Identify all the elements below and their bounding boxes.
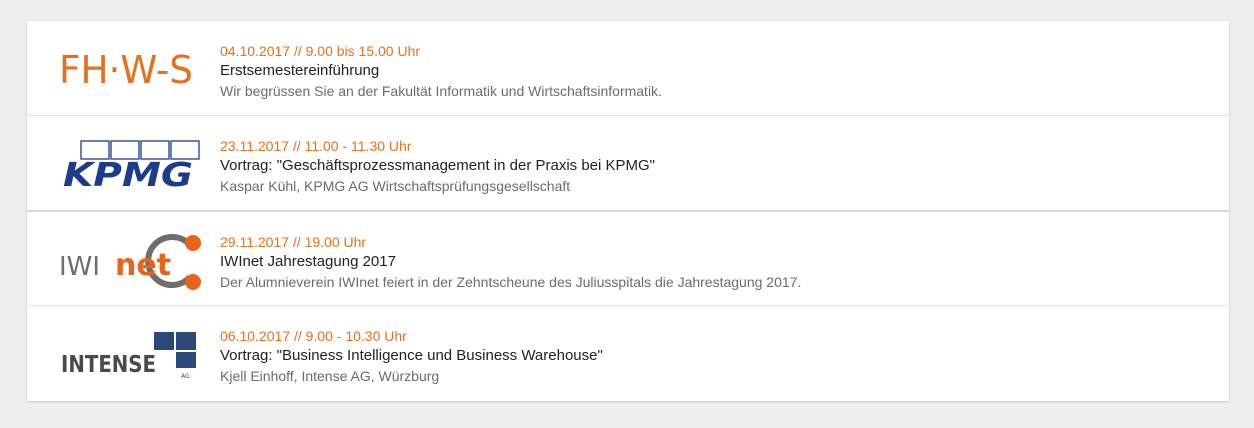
intense-logo-suffix: AG [181,373,190,380]
event-title[interactable]: Erstsemestereinführung [220,61,662,81]
event-date: 06.10.2017 // 9.00 - 10.30 Uhr [220,328,407,344]
kpmg-logo-text: KPMG [63,155,193,194]
fhws-logo: FH·W-S [47,21,207,116]
event-date: 04.10.2017 // 9.00 bis 15.00 Uhr [220,43,421,59]
event-title[interactable]: Vortrag: "Geschäftsprozessmanagement in … [220,156,655,176]
event-item[interactable]: FH·W-S 04.10.2017 // 9.00 bis 15.00 Uhr … [27,21,1229,116]
event-description: Kaspar Kühl, KPMG AG Wirtschaftsprüfungs… [220,178,571,194]
event-item[interactable]: IWI net 29.11.2017 // 19.00 Uhr IWInet J… [27,211,1229,306]
iwinet-logo: IWI net [47,212,207,307]
event-title[interactable]: Vortrag: "Business Intelligence und Busi… [220,346,603,366]
event-date: 23.11.2017 // 11.00 - 11.30 Uhr [220,138,412,154]
event-description: Kjell Einhoff, Intense AG, Würzburg [220,368,440,384]
event-description: Wir begrüssen Sie an der Fakultät Inform… [220,83,662,99]
intense-logo: INTENSE AG [47,306,207,401]
fhws-logo-text: FH·W-S [59,48,193,92]
events-list: FH·W-S 04.10.2017 // 9.00 bis 15.00 Uhr … [27,21,1229,401]
event-title[interactable]: IWInet Jahrestagung 2017 [220,252,801,272]
event-item[interactable]: KPMG 23.11.2017 // 11.00 - 11.30 Uhr Vor… [27,116,1229,211]
iwinet-logo-text-net: net [115,248,171,283]
event-item[interactable]: INTENSE AG 06.10.2017 // 9.00 - 10.30 Uh… [27,306,1229,401]
event-date: 29.11.2017 // 19.00 Uhr [220,234,367,250]
intense-logo-text: INTENSE [61,352,156,378]
event-description: Der Alumnieverein IWInet feiert in der Z… [220,274,802,290]
iwinet-logo-text-iwi: IWI [59,252,100,282]
kpmg-logo: KPMG [47,116,207,211]
